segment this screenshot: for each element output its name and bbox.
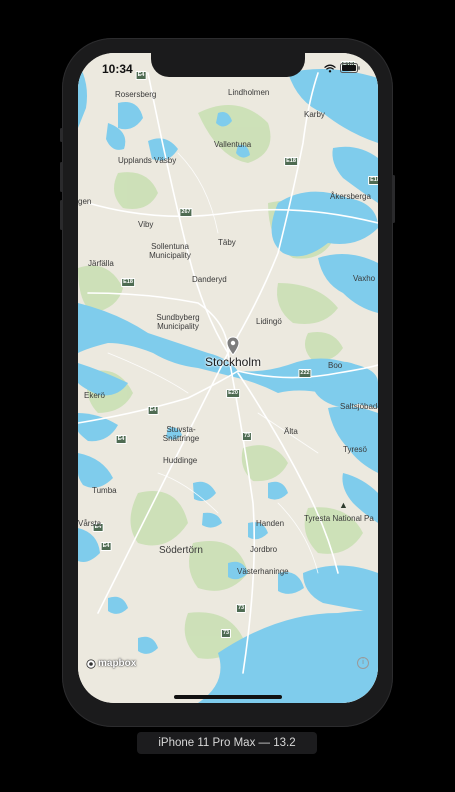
road-shield: E4 — [100, 542, 112, 551]
status-time: 10:34 — [102, 62, 133, 76]
road-shield: 73 — [241, 432, 253, 441]
road-shield: E18 — [121, 278, 135, 287]
place-label-vaxholm: Vaxho — [353, 274, 376, 283]
place-label-stuvsta: Stuvsta- Snättringe — [162, 425, 200, 444]
place-label-jarfalla: Järfälla — [88, 259, 114, 268]
place-label-karby: Karby — [304, 110, 325, 119]
place-label-vasterhaninge: Västerhaninge — [237, 567, 289, 576]
place-label-viby: Viby — [138, 220, 154, 229]
national-park-tree-icon: ▲ — [339, 500, 348, 510]
place-label-alta: Älta — [284, 427, 298, 436]
place-label-jordbro: Jordbro — [250, 545, 278, 554]
road-shield: E4 — [147, 406, 159, 415]
place-label-lidingo: Lidingö — [256, 317, 282, 326]
place-label-rosersberg: Rosersberg — [115, 90, 157, 99]
city-label: Stockholm — [204, 355, 262, 369]
road-shield: E4 — [115, 435, 127, 444]
volume-down-button — [60, 200, 63, 230]
road-shield: E18 — [368, 176, 378, 185]
place-label-lindholmen: Lindholmen — [228, 88, 270, 97]
place-label-sundbyberg: Sundbyberg Municipality — [156, 313, 200, 332]
map-canvas — [78, 53, 378, 703]
road-shield: E20 — [226, 389, 240, 398]
place-label-handen: Handen — [256, 519, 285, 528]
device-caption: iPhone 11 Pro Max — 13.2 — [137, 732, 317, 754]
mapbox-logo-icon — [86, 658, 96, 669]
road-shield: 267 — [179, 208, 193, 217]
road-shield: 73 — [220, 629, 232, 638]
map-view[interactable]: E4 E18 E18 267 E18 E18 222 E4 E4 E20 73 … — [78, 53, 378, 703]
place-label-edge: gen — [78, 197, 92, 206]
road-shield: E4 — [135, 71, 147, 80]
mapbox-logo-text: mapbox — [98, 658, 137, 669]
wifi-icon — [324, 64, 336, 73]
status-icons — [324, 62, 360, 74]
place-label-tumba: Tumba — [92, 486, 117, 495]
road-shield: 222 — [298, 369, 312, 378]
place-label-huddinge: Huddinge — [163, 456, 198, 465]
battery-icon — [340, 63, 360, 73]
volume-up-button — [60, 162, 63, 192]
place-label-saltsjobaden: Saltsjöbade — [340, 402, 378, 411]
place-label-boo: Boo — [328, 361, 343, 370]
place-label-varsta: Vårsta — [78, 519, 102, 528]
home-indicator[interactable] — [174, 695, 282, 699]
place-label-tyresta: Tyresta National Pa — [304, 514, 374, 523]
place-label-taby: Täby — [218, 238, 236, 247]
place-label-danderyd: Danderyd — [192, 275, 227, 284]
place-label-vallentuna: Vallentuna — [214, 140, 252, 149]
place-label-akersberga: Åkersberga — [330, 192, 371, 201]
place-label-sodertorn: Södertörn — [159, 545, 203, 556]
attribution-info-button[interactable]: i — [357, 657, 369, 669]
place-label-ekero: Ekerö — [84, 391, 105, 400]
road-shield: E18 — [284, 157, 298, 166]
location-pin-icon[interactable] — [226, 336, 240, 356]
place-label-upplands-vasby: Upplands Väsby — [118, 156, 177, 165]
side-button — [60, 128, 63, 142]
notch — [151, 53, 305, 77]
mapbox-logo[interactable]: mapbox — [86, 658, 136, 669]
road-shield: 73 — [235, 604, 247, 613]
place-label-sollentuna: Sollentuna Municipality — [149, 242, 191, 261]
place-label-tyreso: Tyresö — [343, 445, 368, 454]
power-button — [392, 175, 395, 223]
device-screen: E4 E18 E18 267 E18 E18 222 E4 E4 E20 73 … — [78, 53, 378, 703]
